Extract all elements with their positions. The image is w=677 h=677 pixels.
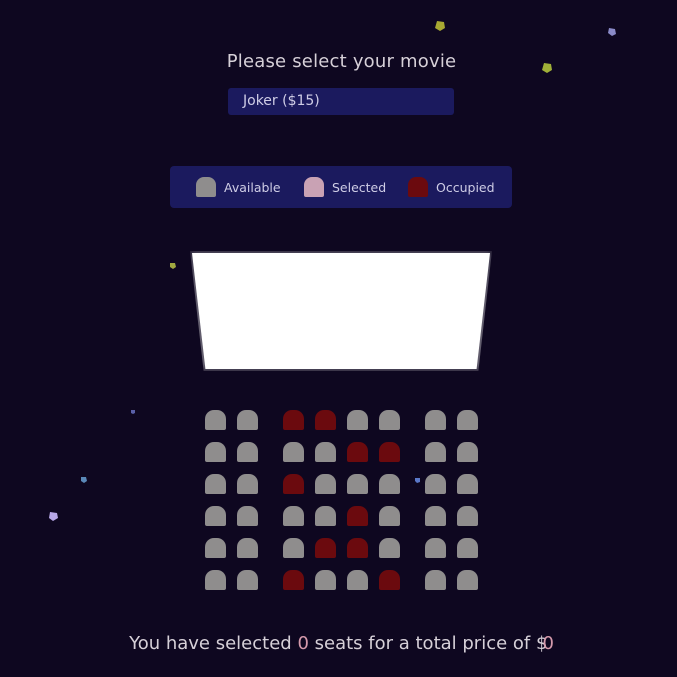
seat-row1-col7[interactable] xyxy=(425,410,446,430)
legend-seat-available-icon xyxy=(196,177,216,197)
seat-row2-col5 xyxy=(347,442,368,462)
seat-row1-col4 xyxy=(315,410,336,430)
seat-row3-col7[interactable] xyxy=(425,474,446,494)
seat-row6-col4[interactable] xyxy=(315,570,336,590)
seat-row3-col1[interactable] xyxy=(205,474,226,494)
seat-row5-col4 xyxy=(315,538,336,558)
seat-row2-col1[interactable] xyxy=(205,442,226,462)
seat-row6-col8[interactable] xyxy=(457,570,478,590)
seat-row5-col2[interactable] xyxy=(237,538,258,558)
star-decoration xyxy=(49,512,58,521)
legend-seat-selected-icon xyxy=(304,177,324,197)
seat-row3-col6[interactable] xyxy=(379,474,400,494)
seat-row1-col8[interactable] xyxy=(457,410,478,430)
seat-row2-col2[interactable] xyxy=(237,442,258,462)
selection-summary: You have selected 0 seats for a total pr… xyxy=(0,633,677,654)
seat-row1-col1[interactable] xyxy=(205,410,226,430)
seat-row1-col6[interactable] xyxy=(379,410,400,430)
total-price: 0 xyxy=(542,633,554,654)
legend-seat-occupied-icon xyxy=(408,177,428,197)
star-decoration xyxy=(170,263,176,269)
legend-label-available: Available xyxy=(224,180,281,195)
seat-row4-col5 xyxy=(347,506,368,526)
seat-row4-col6[interactable] xyxy=(379,506,400,526)
summary-prefix: You have selected xyxy=(129,633,292,654)
seat-row3-col4[interactable] xyxy=(315,474,336,494)
seat-row6-col2[interactable] xyxy=(237,570,258,590)
seat-row5-col6[interactable] xyxy=(379,538,400,558)
star-decoration xyxy=(131,410,135,414)
star-decoration xyxy=(435,21,445,31)
seat-row2-col6 xyxy=(379,442,400,462)
seat-row5-col8[interactable] xyxy=(457,538,478,558)
seat-row5-col5 xyxy=(347,538,368,558)
seat-row6-col5[interactable] xyxy=(347,570,368,590)
seat-row6-col3 xyxy=(283,570,304,590)
selected-seat-count: 0 xyxy=(297,633,309,654)
cinema-screen xyxy=(192,253,490,369)
movie-select-label: Please select your movie xyxy=(226,51,457,72)
seat-row2-col7[interactable] xyxy=(425,442,446,462)
seat-row4-col4[interactable] xyxy=(315,506,336,526)
movie-select[interactable]: Joker ($15) xyxy=(228,88,454,115)
summary-middle: seats for a total price of xyxy=(314,633,531,654)
seat-row3-col5[interactable] xyxy=(347,474,368,494)
seat-row1-col5[interactable] xyxy=(347,410,368,430)
seat-row4-col3[interactable] xyxy=(283,506,304,526)
seat-row4-col1[interactable] xyxy=(205,506,226,526)
seat-legend: Available Selected Occupied xyxy=(170,166,512,208)
seat-row3-col8[interactable] xyxy=(457,474,478,494)
seat-row2-col8[interactable] xyxy=(457,442,478,462)
seat-row3-col2[interactable] xyxy=(237,474,258,494)
seat-row2-col4[interactable] xyxy=(315,442,336,462)
seat-row3-col3 xyxy=(283,474,304,494)
seat-row4-col7[interactable] xyxy=(425,506,446,526)
seat-row5-col1[interactable] xyxy=(205,538,226,558)
seat-row1-col2[interactable] xyxy=(237,410,258,430)
seat-row5-col3[interactable] xyxy=(283,538,304,558)
star-decoration xyxy=(81,477,87,483)
seat-row4-col2[interactable] xyxy=(237,506,258,526)
legend-label-selected: Selected xyxy=(332,180,387,195)
star-decoration xyxy=(608,28,616,36)
star-decoration xyxy=(415,478,420,483)
seat-row5-col7[interactable] xyxy=(425,538,446,558)
seat-row6-col6 xyxy=(379,570,400,590)
seat-row6-col1[interactable] xyxy=(205,570,226,590)
legend-label-occupied: Occupied xyxy=(436,180,495,195)
seat-row2-col3[interactable] xyxy=(283,442,304,462)
seat-row1-col3 xyxy=(283,410,304,430)
seat-row6-col7[interactable] xyxy=(425,570,446,590)
seat-row4-col8[interactable] xyxy=(457,506,478,526)
